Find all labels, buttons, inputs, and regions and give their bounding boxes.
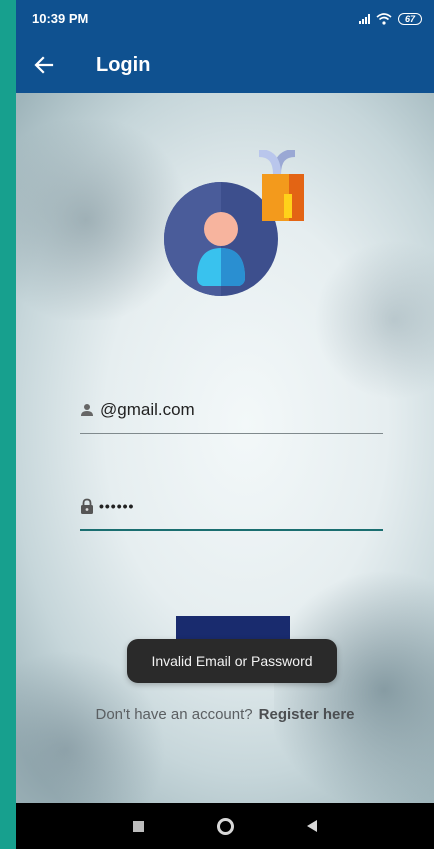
battery-icon: 67 (398, 12, 422, 25)
arrow-left-icon[interactable] (16, 37, 72, 93)
phone-screen: 10:39 PM 67 Login @gmail.com •••••• Inva… (16, 0, 434, 849)
email-field[interactable]: @gmail.com (80, 396, 383, 434)
status-bar: 10:39 PM 67 (16, 0, 434, 37)
password-field[interactable]: •••••• (80, 492, 383, 531)
page-title: Login (96, 53, 151, 76)
password-underline (80, 529, 383, 531)
lock-icon (81, 498, 93, 514)
signal-icon (359, 13, 370, 24)
error-toast: Invalid Email or Password (127, 639, 337, 683)
register-link[interactable]: Register here (259, 706, 355, 723)
back-triangle-icon[interactable] (307, 820, 318, 832)
register-prompt: Don't have an account? (95, 706, 253, 723)
home-icon[interactable] (216, 817, 234, 835)
person-icon (81, 404, 93, 416)
email-input[interactable]: @gmail.com (100, 400, 195, 420)
user-lock-icon (164, 149, 315, 296)
background-haze (274, 560, 434, 820)
login-illustration (164, 149, 315, 300)
status-icons: 67 (359, 12, 422, 25)
status-time: 10:39 PM (32, 11, 89, 26)
recents-icon[interactable] (132, 820, 144, 832)
system-nav-bar (16, 803, 434, 849)
register-prompt-row: Don't have an account? Register here (16, 706, 434, 723)
app-bar: Login (16, 37, 434, 93)
background-haze (314, 240, 434, 400)
password-input[interactable]: •••••• (99, 498, 134, 514)
wifi-icon (376, 12, 392, 25)
email-underline (80, 433, 383, 434)
